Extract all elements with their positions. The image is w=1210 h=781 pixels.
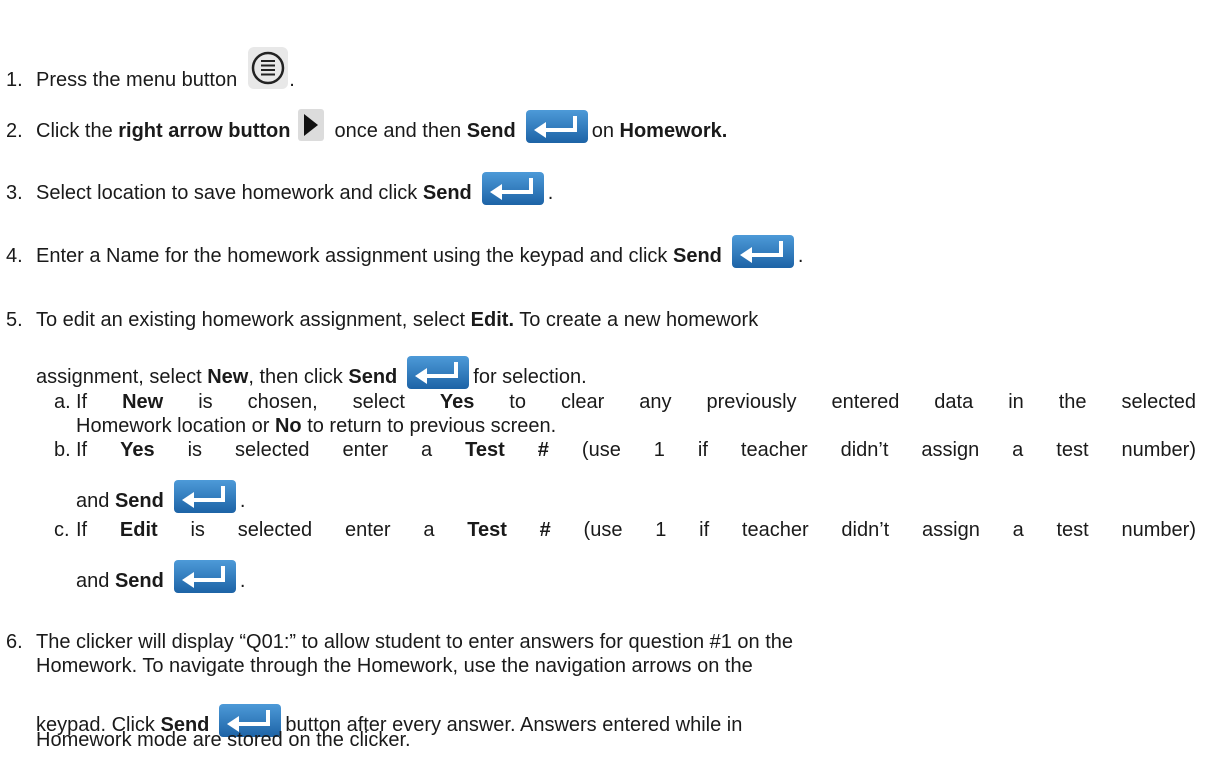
step-text: (use 1 if teacher didn’t assign a test n… — [550, 519, 1196, 541]
step-6-line-4: Homework mode are stored on the clicker. — [36, 728, 411, 752]
substep-b-line-1: If Yes is selected enter a Test # (use 1… — [76, 438, 1196, 462]
step-text: for selection. — [473, 366, 587, 388]
step-text: to clear any previously entered data in … — [474, 391, 1196, 413]
step-number: 5. — [6, 309, 23, 331]
edit-label: Edit — [119, 519, 158, 541]
step-text: If — [76, 391, 123, 413]
step-end: . — [797, 245, 804, 267]
step-text: Press the menu button — [36, 69, 238, 91]
send-label: Send — [466, 120, 516, 142]
send-label: Send — [348, 366, 398, 388]
yes-label: Yes — [439, 391, 475, 413]
right-arrow-icon — [298, 109, 325, 141]
step-number: 6. — [6, 631, 23, 653]
menu-icon — [247, 46, 289, 90]
step-text: (use 1 if teacher didn’t assign a test n… — [548, 439, 1196, 461]
send-enter-icon — [525, 110, 588, 143]
yes-label: Yes — [120, 439, 155, 461]
step-6: 6. The clicker will display “Q01:” to all… — [6, 630, 793, 654]
step-end: . — [239, 490, 246, 512]
substep-letter: c. — [54, 519, 70, 541]
step-number: 1. — [6, 69, 23, 91]
step-number: 3. — [6, 182, 23, 204]
step-text: Homework mode are stored on the clicker. — [36, 729, 411, 751]
step-text: Homework location or — [76, 415, 275, 437]
step-2: 2. Click the right arrow button once and … — [6, 109, 727, 143]
edit-label: Edit. — [470, 309, 515, 331]
step-text: and — [76, 490, 115, 512]
step-text: once and then — [334, 120, 467, 142]
send-enter-icon — [173, 480, 236, 513]
step-end: . — [289, 69, 295, 91]
step-4: 4. Enter a Name for the homework assignme… — [6, 235, 803, 268]
send-label: Send — [114, 570, 164, 592]
substep-b: b. If Yes is selected enter a Test # (us… — [54, 438, 1196, 462]
step-text: to return to previous screen. — [301, 415, 557, 437]
step-text: To create a new homework — [514, 309, 759, 331]
substep-b-line-2: and Send . — [76, 480, 1196, 513]
step-text: The clicker will display “Q01:” to allow… — [36, 631, 794, 653]
send-label: Send — [114, 490, 164, 512]
step-text: is chosen, select — [163, 391, 440, 413]
step-text: is selected enter a — [154, 439, 466, 461]
substep-a-line-1: If New is chosen, select Yes to clear an… — [76, 390, 1196, 414]
substep-c-line-1: If Edit is selected enter a Test # (use … — [76, 518, 1196, 542]
step-6-line-2: Homework. To navigate through the Homewo… — [36, 654, 753, 678]
step-text: If — [76, 519, 120, 541]
step-number: 2. — [6, 120, 23, 142]
step-text: Click the — [36, 120, 119, 142]
substep-c-line-2: and Send . — [76, 560, 1196, 593]
step-1: 1. Press the menu button . — [6, 46, 295, 92]
substep-letter: a. — [54, 391, 71, 413]
step-3: 3. Select location to save homework and c… — [6, 172, 553, 205]
step-text: on — [591, 120, 620, 142]
step-text: , then click — [248, 366, 349, 388]
substep-letter: b. — [54, 439, 71, 461]
send-enter-icon — [731, 235, 794, 268]
homework-label: Homework. — [619, 120, 728, 142]
step-text: is selected enter a — [157, 519, 468, 541]
step-text: and — [76, 570, 115, 592]
step-end: . — [547, 182, 554, 204]
test-number-label: Test # — [467, 519, 551, 541]
send-label: Send — [422, 182, 472, 204]
step-number: 4. — [6, 245, 23, 267]
step-5: 5. To edit an existing homework assignmen… — [6, 308, 758, 332]
substep-a-line-2: Homework location or No to return to pre… — [76, 414, 1196, 438]
substep-a: a. If New is chosen, select Yes to clear… — [54, 390, 1196, 438]
step-end: . — [239, 570, 246, 592]
right-arrow-button-label: right arrow button — [118, 120, 291, 142]
new-label: New — [122, 391, 164, 413]
step-text: Select location to save homework and cli… — [36, 182, 423, 204]
test-number-label: Test # — [465, 439, 549, 461]
step-text: To edit an existing homework assignment,… — [36, 309, 471, 331]
step-5-line-2: assignment, select New, then click Send … — [36, 356, 587, 389]
send-enter-icon — [481, 172, 544, 205]
send-label: Send — [673, 245, 722, 267]
send-enter-icon — [173, 560, 236, 593]
send-enter-icon — [407, 356, 470, 389]
substep-c: c. If Edit is selected enter a Test # (u… — [54, 518, 1196, 542]
no-label: No — [274, 415, 302, 437]
step-text: Homework. To navigate through the Homewo… — [36, 655, 753, 677]
step-text: assignment, select — [36, 366, 208, 388]
step-text: If — [76, 439, 121, 461]
step-text: Enter a Name for the homework assignment… — [36, 245, 673, 267]
new-label: New — [207, 366, 249, 388]
